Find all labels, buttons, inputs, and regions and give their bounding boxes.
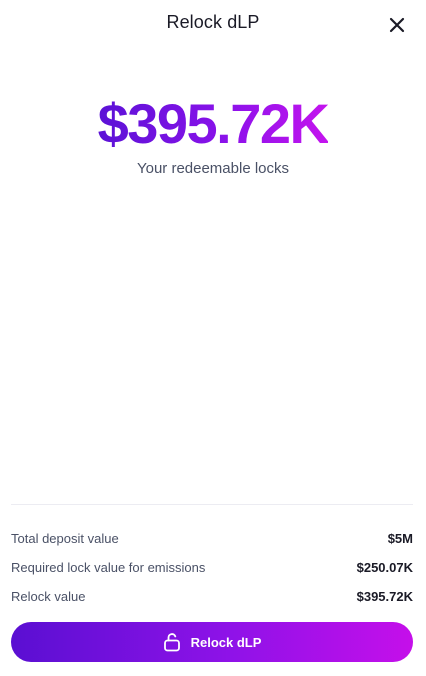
summary-value: $395.72K [356, 589, 413, 604]
redeemable-amount-value: $395.72K [97, 92, 330, 155]
relock-button[interactable]: Relock dLP [11, 622, 413, 662]
summary-label: Required lock value for emissions [11, 560, 206, 575]
redeemable-caption: Your redeemable locks [136, 160, 290, 177]
summary-row-required-lock: Required lock value for emissions $250.0… [11, 553, 413, 582]
summary-row-total-deposit: Total deposit value $5M [11, 524, 413, 553]
redeemable-amount: $395.72K [0, 92, 426, 156]
summary-label: Relock value [11, 589, 86, 604]
unlock-icon [163, 632, 181, 652]
summary-value: $5M [387, 531, 413, 546]
divider [11, 504, 413, 505]
summary-row-relock-value: Relock value $395.72K [11, 582, 413, 611]
relock-button-label: Relock dLP [190, 634, 262, 650]
close-button[interactable] [386, 14, 408, 36]
summary-list: Total deposit value $5M Required lock va… [11, 524, 413, 611]
relock-modal: Relock dLP $395.72K Your redeemable lock… [0, 0, 426, 676]
summary-label: Total deposit value [11, 531, 119, 546]
summary-value: $250.07K [356, 560, 413, 575]
modal-title: Relock dLP [166, 12, 260, 32]
close-icon [389, 17, 405, 33]
